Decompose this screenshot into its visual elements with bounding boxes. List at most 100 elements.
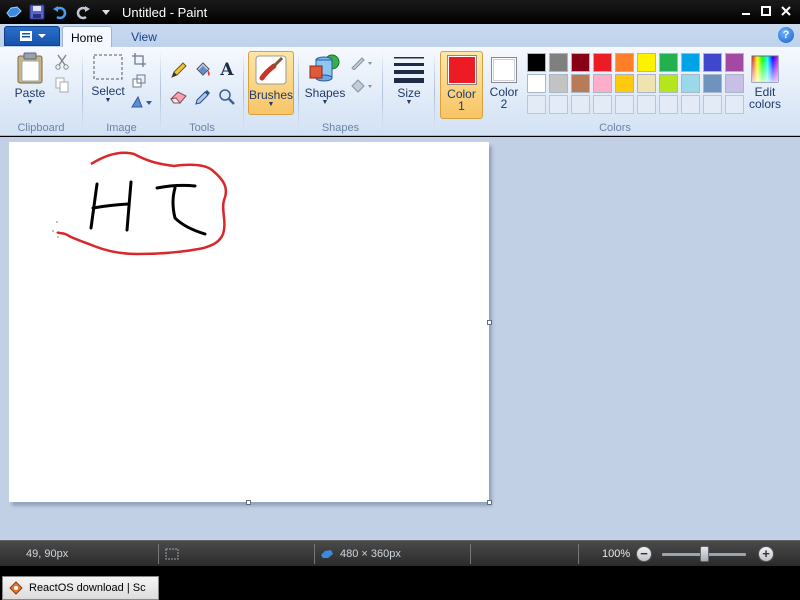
custom-color-slot[interactable] [593,95,612,114]
paint-window: Untitled - Paint Home View ? Paste ▼ Cli… [0,0,800,600]
window-title: Untitled - Paint [122,4,208,20]
image-group-label: Image [106,122,137,134]
canvas-workspace[interactable] [0,137,800,540]
outline-icon[interactable] [349,52,375,72]
resize-icon[interactable] [129,71,149,91]
resize-handle-right[interactable] [487,320,492,325]
custom-color-slot[interactable] [659,95,678,114]
palette-swatch[interactable] [571,53,590,72]
application-menu-button[interactable] [4,26,60,46]
palette-swatch[interactable] [681,53,700,72]
eraser-icon[interactable] [169,87,189,107]
zoom-slider-thumb[interactable] [700,546,709,562]
size-button[interactable]: Size ▼ [388,54,430,107]
fill-icon[interactable] [349,75,375,95]
palette-swatch[interactable] [703,53,722,72]
tab-view[interactable]: View [120,26,168,48]
palette-swatch[interactable] [571,74,590,93]
paste-button[interactable]: Paste ▼ [10,52,50,107]
chevron-down-icon: ▼ [321,99,329,106]
palette-swatch[interactable] [659,53,678,72]
shapes-group-label: Shapes [321,122,360,134]
custom-color-slot[interactable] [703,95,722,114]
resize-handle-corner[interactable] [487,500,492,505]
hi-handwriting [89,180,207,236]
palette-swatch[interactable] [527,53,546,72]
drawing-layer [52,151,228,256]
stray-dot [56,221,58,223]
text-tool-icon[interactable]: A [217,60,237,80]
custom-color-slot[interactable] [527,95,546,114]
shapes-button[interactable]: Shapes ▼ [303,52,347,107]
palette-swatch[interactable] [527,74,546,93]
cut-icon[interactable] [52,52,72,72]
brushes-button[interactable]: Brushes ▼ [248,54,294,109]
undo-icon[interactable] [50,2,70,22]
save-icon[interactable] [27,2,47,22]
custom-color-slot[interactable] [615,95,634,114]
palette-swatch[interactable] [549,53,568,72]
palette-swatch[interactable] [725,74,744,93]
color1-button[interactable]: Color 1 [441,55,482,112]
color-picker-icon[interactable] [193,87,213,107]
fill-bucket-icon[interactable] [193,60,213,80]
copy-icon[interactable] [52,75,72,95]
palette-swatch[interactable] [549,74,568,93]
rotate-icon[interactable] [129,92,155,112]
clipboard-group-label: Clipboard [17,122,65,134]
palette-swatch[interactable] [703,74,722,93]
zoom-in-button[interactable]: + [758,546,774,562]
help-button[interactable]: ? [778,27,794,43]
magnifier-icon[interactable] [217,87,237,107]
zoom-out-button[interactable]: − [636,546,652,562]
ribbon-home-panel: Paste ▼ Clipboard Select ▼ Image A Tools… [0,47,800,136]
tools-group: A Tools [161,47,243,136]
custom-color-slot[interactable] [549,95,568,114]
palette-swatch[interactable] [615,74,634,93]
image-size-text: 480 × 360px [340,548,401,560]
minimize-button[interactable] [738,3,754,19]
palette-swatch[interactable] [637,53,656,72]
resize-handle-bottom[interactable] [246,500,251,505]
pencil-icon[interactable] [169,60,189,80]
image-size-icon [321,550,333,558]
maximize-button[interactable] [758,3,774,19]
drawing-canvas[interactable] [9,142,489,502]
tab-home[interactable]: Home [62,26,112,48]
palette-swatch[interactable] [593,74,612,93]
zoom-percent: 100% [602,548,631,560]
color2-button[interactable]: Color 2 [485,57,523,110]
custom-color-slot[interactable] [725,95,744,114]
custom-color-slot[interactable] [571,95,590,114]
clipboard-group: Paste ▼ Clipboard [0,47,82,136]
select-button[interactable]: Select ▼ [88,52,128,105]
shapes-icon [309,54,340,82]
edit-colors-button[interactable]: Edit colors [746,55,784,110]
chevron-down-icon: ▼ [405,99,413,106]
palette-swatch[interactable] [659,74,678,93]
palette-swatch[interactable] [637,74,656,93]
custom-color-slot[interactable] [681,95,700,114]
color2-number: 2 [500,97,508,111]
color2-frame [491,57,517,83]
select-rectangle-icon [93,54,123,80]
customize-qat-chevron-down-icon[interactable] [96,2,116,22]
custom-color-slot[interactable] [637,95,656,114]
redo-icon[interactable] [73,2,93,22]
palette-swatch[interactable] [725,53,744,72]
crop-icon[interactable] [129,50,149,70]
palette-swatch[interactable] [615,53,634,72]
shapes-label: Shapes [304,86,346,100]
taskbar-item[interactable]: ReactOS download | Sc [2,576,159,600]
close-button[interactable] [778,3,794,19]
colors-group-label: Colors [599,122,631,134]
red-outline-stroke [56,151,228,256]
brushes-label: Brushes [248,88,294,102]
title-bar: Untitled - Paint [0,0,800,24]
palette-swatch[interactable] [681,74,700,93]
palette-swatch[interactable] [593,53,612,72]
status-divider [470,544,471,564]
app-icon[interactable] [4,2,24,22]
color1-number: 1 [458,99,465,113]
line-size-icon [394,57,424,83]
